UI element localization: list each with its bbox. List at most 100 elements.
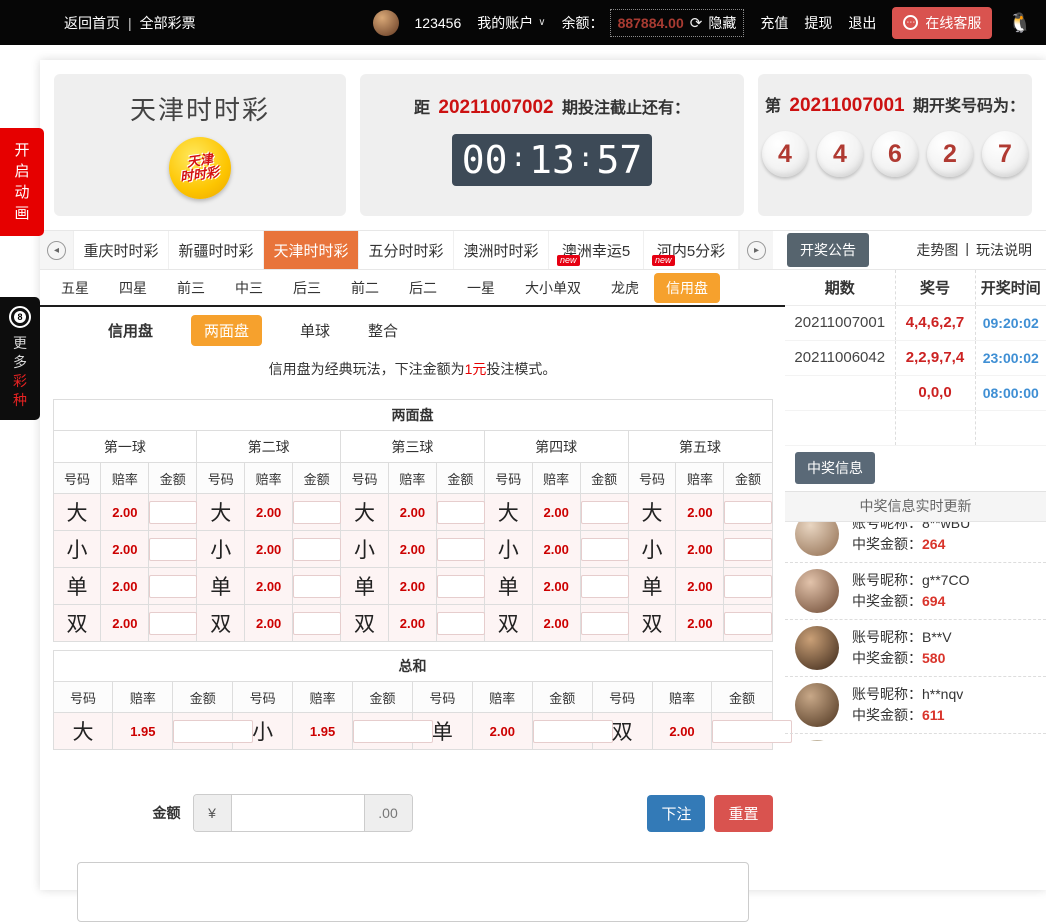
play-rules-link[interactable]: 玩法说明	[976, 240, 1032, 260]
lottery-tab-5[interactable]: 澳洲时时彩	[454, 231, 549, 269]
draw-numbers: 4,4,6,2,7	[895, 305, 975, 340]
winner-avatar	[795, 740, 839, 741]
place-bet-button[interactable]: 下注	[647, 795, 705, 832]
bet-amount-input[interactable]	[437, 575, 485, 598]
bet-amount-input[interactable]	[437, 538, 485, 561]
hide-balance-button[interactable]: 隐藏	[708, 13, 736, 33]
bet-amount-input[interactable]	[293, 538, 341, 561]
reset-button[interactable]: 重置	[714, 795, 772, 832]
winner-avatar	[795, 626, 839, 670]
bet-option: 双	[628, 605, 676, 642]
balance-label: 余额：	[562, 13, 604, 33]
winners-info-button[interactable]: 中奖信息	[795, 452, 875, 484]
trend-chart-link[interactable]: 走势图	[916, 240, 958, 260]
bet-amount-input[interactable]	[724, 575, 772, 598]
winners-button-row: 中奖信息	[785, 446, 1046, 492]
play-tab-1[interactable]: 五星	[46, 274, 104, 302]
total-amount-input[interactable]	[232, 795, 364, 831]
bet-odds: 2.00	[245, 531, 293, 568]
mode-tab-1[interactable]: 两面盘	[191, 315, 262, 346]
winner-name: h**nqv	[922, 686, 963, 702]
qq-icon[interactable]: 🐧	[1008, 11, 1032, 35]
play-tab-3[interactable]: 前三	[162, 274, 220, 302]
column-header: 金额	[173, 682, 233, 713]
more-lottery-button[interactable]: 8 更多彩种	[0, 297, 40, 420]
home-link[interactable]: 返回首页	[64, 13, 120, 33]
bet-amount-input[interactable]	[712, 720, 792, 743]
all-lottery-link[interactable]: 全部彩票	[140, 13, 196, 33]
countdown-prefix: 距	[414, 100, 430, 117]
my-account-menu[interactable]: 我的账户 ∨	[477, 13, 545, 33]
bet-amount-input[interactable]	[724, 612, 772, 635]
top-navbar: 返回首页 | 全部彩票 123456 我的账户 ∨ 余额： 887884.00 …	[0, 0, 1046, 45]
bet-amount-input[interactable]	[293, 575, 341, 598]
eight-ball-icon: 8	[9, 306, 31, 328]
mode-tab-3[interactable]: 整合	[368, 320, 398, 341]
recharge-link[interactable]: 充值	[760, 13, 788, 33]
bet-amount-input[interactable]	[353, 720, 433, 743]
column-header: 号码	[233, 682, 293, 713]
result-ball: 7	[982, 131, 1028, 177]
bet-amount-input[interactable]	[437, 501, 485, 524]
mode-tab-list: 两面盘 单球 整合	[191, 315, 398, 346]
tabs-scroll-right-button[interactable]: ▸	[739, 231, 773, 269]
draw-numbers: 2,2,9,7,4	[895, 340, 975, 375]
bet-amount-input[interactable]	[149, 501, 197, 524]
column-header: 金额	[532, 682, 592, 713]
play-tab-5[interactable]: 后三	[278, 274, 336, 302]
bet-amount-input[interactable]	[149, 575, 197, 598]
lottery-tab-7[interactable]: 河内5分彩new	[644, 231, 739, 269]
bet-amount-input[interactable]	[173, 720, 253, 743]
bet-odds: 2.00	[245, 605, 293, 642]
result-balls: 44627	[758, 131, 1032, 177]
bet-amount-input[interactable]	[724, 538, 772, 561]
bet-amount-input[interactable]	[149, 612, 197, 635]
animation-toggle-button[interactable]: 开启动画	[0, 128, 44, 236]
withdraw-link[interactable]: 提现	[804, 13, 832, 33]
headset-icon: ⋯	[903, 15, 918, 30]
result-prefix: 第	[765, 98, 781, 115]
bet-odds: 2.00	[532, 605, 580, 642]
lottery-tab-1[interactable]: 重庆时时彩	[74, 231, 169, 269]
bet-option: 双	[341, 605, 389, 642]
draw-history-body: 202110070014,4,6,2,709:20:02202110060422…	[785, 305, 1046, 445]
bet-amount-input[interactable]	[437, 612, 485, 635]
balance-box: 887884.00 ⟳ 隐藏	[610, 9, 745, 37]
bet-amount-input[interactable]	[293, 501, 341, 524]
column-header: 号码	[53, 682, 113, 713]
online-service-button[interactable]: ⋯ 在线客服	[892, 7, 992, 39]
logout-link[interactable]: 退出	[848, 13, 876, 33]
play-tab-8[interactable]: 一星	[452, 274, 510, 302]
lottery-tab-6[interactable]: 澳洲幸运5new	[549, 231, 644, 269]
bet-amount-input[interactable]	[293, 612, 341, 635]
draw-history-row: 202110060422,2,9,7,423:00:02	[785, 340, 1046, 375]
play-tab-9[interactable]: 大小单双	[510, 274, 596, 302]
winner-amount: 611	[922, 707, 945, 723]
lottery-tab-3[interactable]: 天津时时彩	[264, 231, 359, 269]
column-header: 金额	[436, 463, 484, 494]
play-tab-10[interactable]: 龙虎	[596, 274, 654, 302]
lottery-tab-2[interactable]: 新疆时时彩	[169, 231, 264, 269]
bet-amount-input[interactable]	[581, 575, 629, 598]
mode-row: 信用盘 两面盘单球整合	[40, 307, 785, 353]
tabs-scroll-left-button[interactable]: ◂	[40, 231, 74, 269]
play-tab-6[interactable]: 前二	[336, 274, 394, 302]
result-suffix: 期开奖号码为：	[913, 98, 1025, 115]
bet-amount-input[interactable]	[581, 612, 629, 635]
bet-amount-input[interactable]	[149, 538, 197, 561]
bet-amount-input[interactable]	[581, 538, 629, 561]
refresh-icon[interactable]: ⟳	[690, 14, 703, 32]
play-tab-4[interactable]: 中三	[220, 274, 278, 302]
play-tab-2[interactable]: 四星	[104, 274, 162, 302]
lottery-logo: 天津 时时彩	[169, 137, 231, 199]
play-tab-11[interactable]: 信用盘	[654, 273, 720, 303]
draw-announcement-button[interactable]: 开奖公告	[787, 233, 869, 267]
mode-tab-2[interactable]: 单球	[300, 320, 330, 341]
bet-amount-input[interactable]	[724, 501, 772, 524]
bet-amount-input[interactable]	[533, 720, 613, 743]
play-tab-7[interactable]: 后二	[394, 274, 452, 302]
bet-amount-input[interactable]	[581, 501, 629, 524]
bet-odds: 2.00	[676, 568, 724, 605]
lottery-tab-4[interactable]: 五分时时彩	[359, 231, 454, 269]
bet-odds: 2.00	[472, 713, 532, 750]
